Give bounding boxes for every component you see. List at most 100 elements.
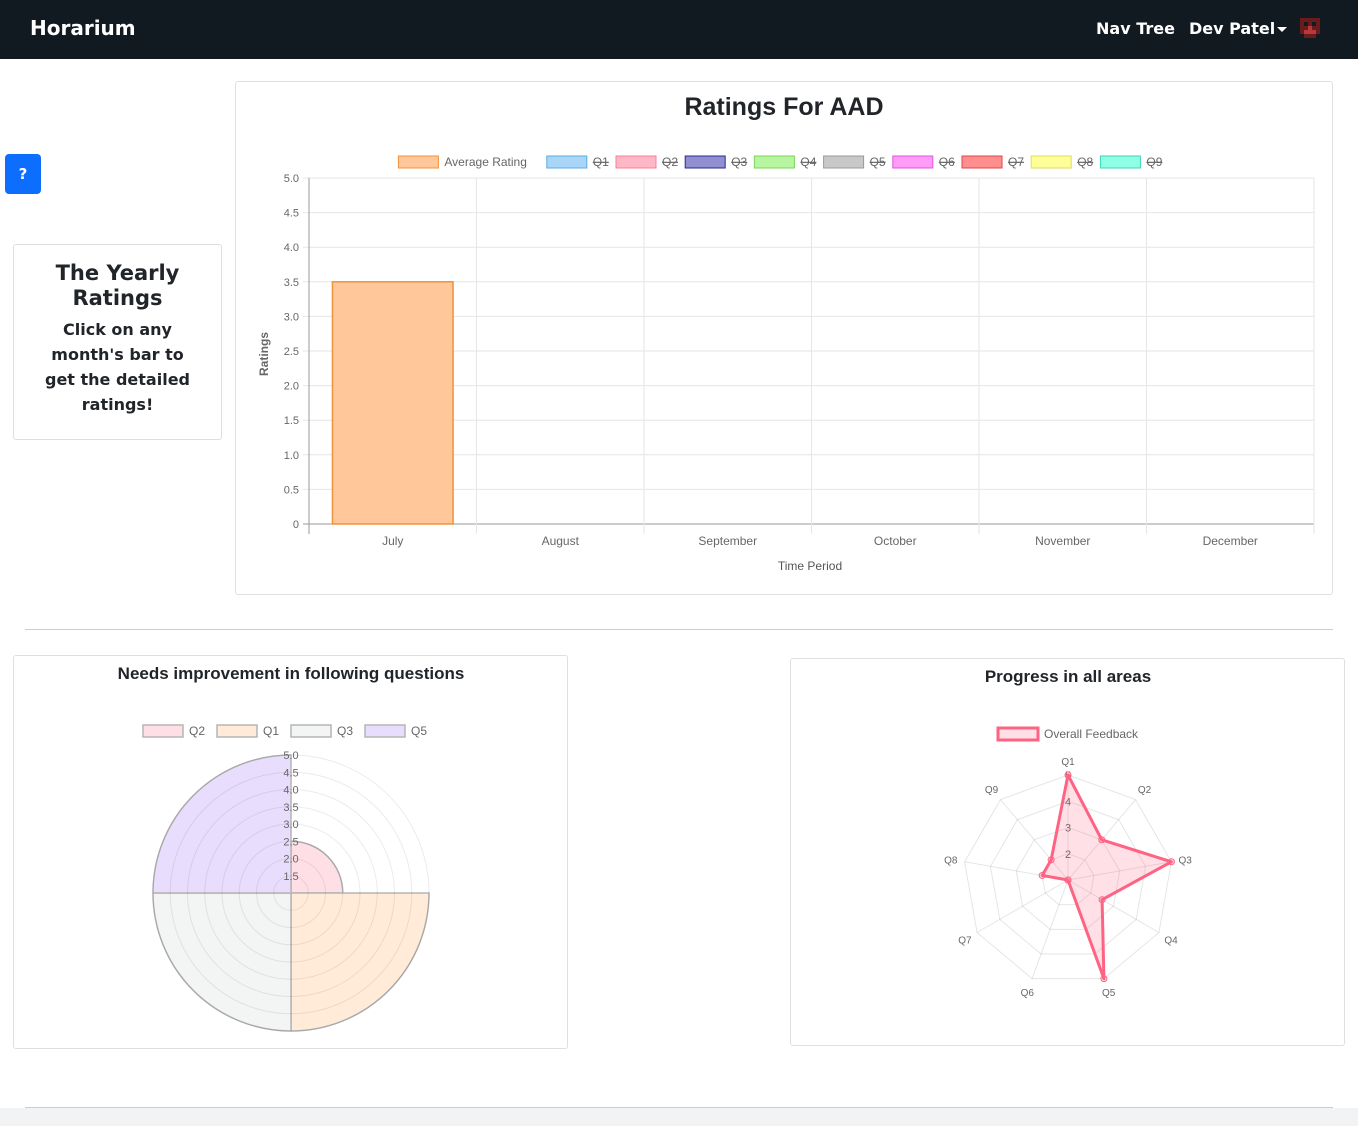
yearly-ratings-instructions: Click on any month's bar to get the deta… <box>44 320 190 414</box>
radar-point-q3[interactable] <box>1167 858 1175 866</box>
x-tick-label: December <box>1203 534 1258 548</box>
footer <box>0 1108 1358 1126</box>
radar-chart-body: Q1Q2Q3Q4Q5Q6Q7Q8Q92345 <box>944 757 1192 999</box>
user-menu-toggle[interactable]: Dev Patel <box>1189 19 1275 38</box>
legend-swatch-q1[interactable] <box>216 724 258 738</box>
nav-tree-link[interactable]: Nav Tree <box>1096 19 1175 38</box>
polar-tick-label: 3.0 <box>283 819 298 831</box>
polar-tick-label: 4.5 <box>283 767 298 779</box>
section-divider <box>25 629 1333 630</box>
legend-swatch-q5[interactable] <box>364 724 406 738</box>
legend-swatch-q6[interactable] <box>892 155 934 169</box>
legend-swatch-q4[interactable] <box>753 155 795 169</box>
legend-swatch-q2[interactable] <box>142 724 184 738</box>
legend-label-q2[interactable]: Q2 <box>189 724 205 738</box>
legend-label-q1[interactable]: Q1 <box>263 724 279 738</box>
legend-swatch-overall-feedback[interactable] <box>996 726 1040 742</box>
brand-logo[interactable]: Horarium <box>30 16 136 40</box>
y-tick-label: 4.5 <box>284 208 299 220</box>
polar-segment-q3[interactable] <box>152 892 292 1032</box>
legend-swatch-q8[interactable] <box>1030 155 1072 169</box>
y-tick-label: 0.5 <box>284 484 299 496</box>
radar-series-overall-feedback[interactable] <box>1040 773 1173 981</box>
polar-segment-q2[interactable] <box>290 840 344 894</box>
polar-tick-label: 5.0 <box>283 750 298 762</box>
radar-point-label: Q8 <box>944 855 958 866</box>
radar-point-q2[interactable] <box>1098 836 1106 844</box>
legend-swatch-q2[interactable] <box>615 155 657 169</box>
polar-chart-card: Needs improvement in following questions… <box>13 655 568 1049</box>
legend-label-q4[interactable]: Q4 <box>800 155 816 169</box>
radar-chart-legend: Overall Feedback <box>996 726 1139 742</box>
y-tick-label: 2.5 <box>284 346 299 358</box>
x-axis-label: Time Period <box>778 559 842 573</box>
polar-segment-q5[interactable] <box>152 754 292 894</box>
legend-label-overall-feedback[interactable]: Overall Feedback <box>1044 727 1139 741</box>
legend-swatch-q3[interactable] <box>684 155 726 169</box>
radar-point-q7[interactable] <box>1064 876 1072 884</box>
legend-swatch-average-rating[interactable] <box>397 155 439 169</box>
radar-chart-title: Progress in all areas <box>985 667 1151 686</box>
radar-spoke <box>976 879 1069 933</box>
legend-label-q9[interactable]: Q9 <box>1146 155 1162 169</box>
radar-point-label: Q6 <box>1021 988 1035 999</box>
legend-swatch-q5[interactable] <box>823 155 865 169</box>
bar-chart-legend: Average Rating Q1 Q2 Q3 Q4 Q5 Q6 Q7 Q8 Q9 <box>397 155 1163 169</box>
bar-chart-title: Ratings For AAD <box>684 93 883 121</box>
x-tick-label: November <box>1035 534 1090 548</box>
bar-chart-card: Ratings For AAD Average Rating Q1 Q2 Q3 Q4 Q5… <box>235 81 1333 595</box>
legend-swatch-q9[interactable] <box>1099 155 1141 169</box>
y-tick-label: 4.0 <box>284 242 299 254</box>
y-axis-label: Ratings <box>257 332 271 376</box>
top-navbar: Horarium Nav Tree Dev Patel <box>0 0 1358 59</box>
legend-swatch-q3[interactable] <box>290 724 332 738</box>
y-tick-label: 5.0 <box>284 173 299 185</box>
radar-point-q9[interactable] <box>1047 856 1055 864</box>
radar-point-q1[interactable] <box>1064 771 1072 779</box>
radar-point-q4[interactable] <box>1098 896 1106 904</box>
legend-label-q5[interactable]: Q5 <box>411 724 427 738</box>
avatar[interactable] <box>1300 18 1320 38</box>
polar-area-chart[interactable]: Needs improvement in following questions… <box>14 656 567 1048</box>
polar-tick-label: 4.0 <box>283 785 298 797</box>
polar-chart-title: Needs improvement in following questions <box>118 664 465 683</box>
radar-point-label: Q7 <box>958 936 972 947</box>
yearly-ratings-title: The Yearly Ratings <box>55 261 180 310</box>
radar-point-label: Q1 <box>1061 757 1075 768</box>
legend-swatch-q7[interactable] <box>961 155 1003 169</box>
legend-label-q5[interactable]: Q5 <box>870 155 886 169</box>
x-tick-label: August <box>542 534 580 548</box>
legend-label-q3[interactable]: Q3 <box>337 724 353 738</box>
y-tick-label: 0 <box>293 519 299 531</box>
legend-label-q8[interactable]: Q8 <box>1077 155 1093 169</box>
y-tick-label: 3.5 <box>284 277 299 289</box>
polar-tick-label: 2.5 <box>283 836 298 848</box>
polar-chart-body: 1.5 2.0 2.5 3.0 3.5 4.0 4.5 5.0 <box>152 750 430 1032</box>
legend-label-q2[interactable]: Q2 <box>662 155 678 169</box>
legend-label-q3[interactable]: Q3 <box>731 155 747 169</box>
bar-chart[interactable]: Ratings For AAD Average Rating Q1 Q2 Q3 Q4 Q5… <box>236 82 1332 594</box>
y-tick-label: 2.0 <box>284 381 299 393</box>
radar-point-q8[interactable] <box>1038 871 1046 879</box>
y-tick-label: 3.0 <box>284 311 299 323</box>
radar-chart[interactable]: Progress in all areas Overall Feedback Q… <box>791 659 1344 1045</box>
legend-label-q1[interactable]: Q1 <box>593 155 609 169</box>
chevron-down-icon[interactable] <box>1277 27 1287 32</box>
legend-swatch-q1[interactable] <box>546 155 588 169</box>
legend-label-average-rating[interactable]: Average Rating <box>444 155 527 169</box>
help-button[interactable]: ? <box>5 154 41 194</box>
polar-tick-label: 3.5 <box>283 802 298 814</box>
x-tick-label: July <box>382 534 403 548</box>
radar-point-label: Q4 <box>1164 936 1178 947</box>
y-tick-label: 1.5 <box>284 415 299 427</box>
polar-chart-legend: Q2 Q1 Q3 Q5 <box>142 724 427 738</box>
legend-label-q7[interactable]: Q7 <box>1008 155 1024 169</box>
radar-point-label: Q2 <box>1138 785 1152 796</box>
legend-label-q6[interactable]: Q6 <box>939 155 955 169</box>
x-tick-label: September <box>698 534 757 548</box>
bar-july[interactable] <box>331 281 454 525</box>
radar-chart-card: Progress in all areas Overall Feedback Q… <box>790 658 1345 1046</box>
radar-point-label: Q5 <box>1102 988 1116 999</box>
radar-point-q5[interactable] <box>1100 975 1108 983</box>
polar-segment-q1[interactable] <box>290 892 430 1032</box>
